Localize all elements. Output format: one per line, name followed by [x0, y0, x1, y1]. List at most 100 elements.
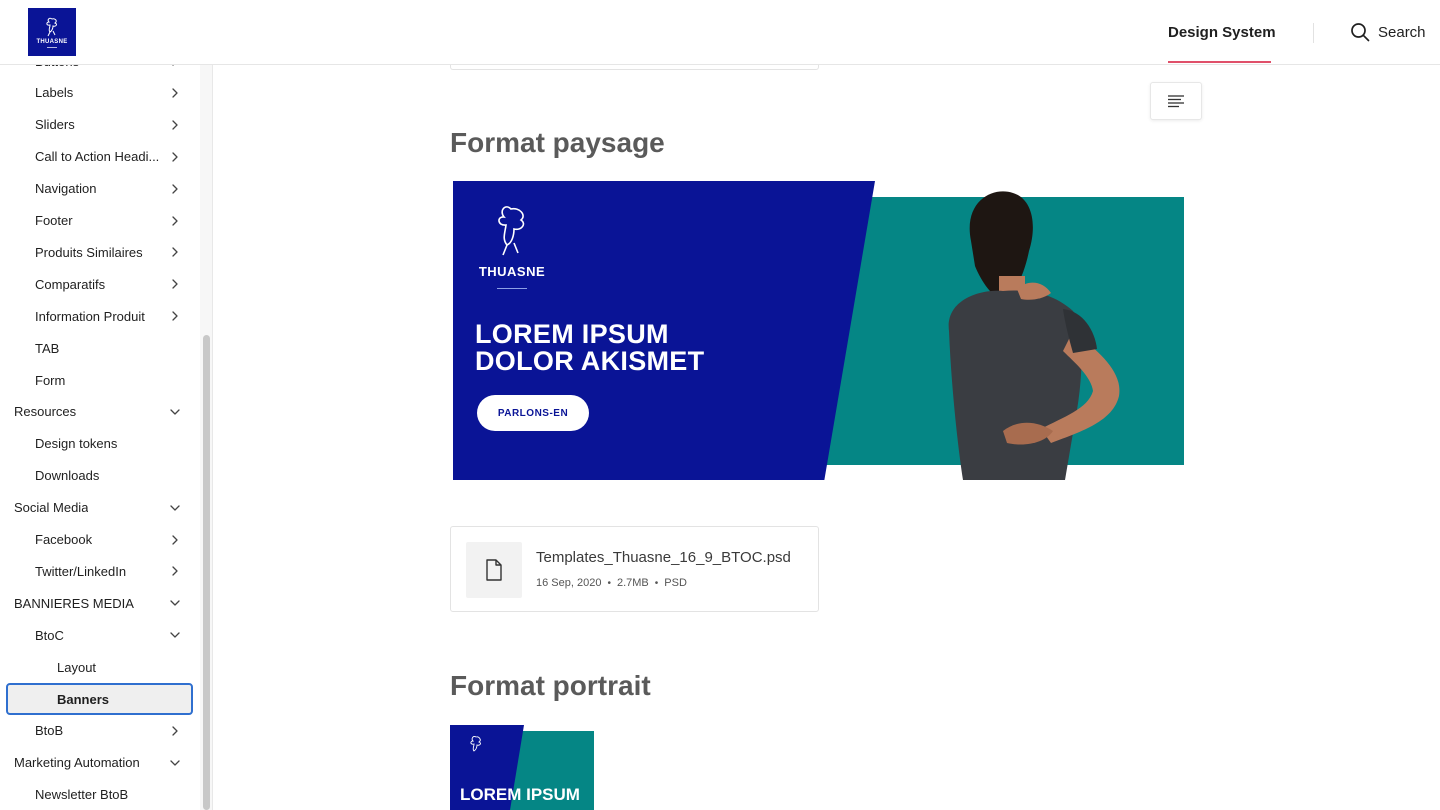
chevron-right-icon[interactable]: [168, 564, 182, 578]
sidebar-item-label: Twitter/LinkedIn: [35, 563, 127, 579]
search-icon: [1351, 23, 1370, 42]
sidebar-item-label: BtoC: [35, 627, 64, 643]
chevron-down-icon[interactable]: [168, 501, 182, 515]
sidebar-item-label: BANNIERES MEDIA: [14, 595, 134, 611]
sidebar-item-banners[interactable]: Banners: [6, 683, 193, 715]
sidebar-item-label: Information Produit: [35, 308, 145, 324]
sidebar-item-label: Design tokens: [35, 436, 118, 452]
sidebar-item-label: Footer: [35, 213, 73, 228]
sidebar-item-design-tokens[interactable]: Design tokens: [0, 428, 200, 460]
sidebar-item-newsletter-btob[interactable]: Newsletter BtoB: [0, 779, 200, 810]
download-file-card[interactable]: Templates_Thuasne_16_9_BTOC.psd 16 Sep, …: [450, 526, 819, 612]
sidebar-item-twitter-linkedin[interactable]: Twitter/LinkedIn: [0, 555, 200, 587]
section-title-landscape: Format paysage: [450, 127, 665, 158]
section-title-portrait: Format portrait: [450, 670, 651, 701]
sidebar-item-label: Social Media: [14, 500, 89, 516]
chevron-right-icon[interactable]: [168, 182, 182, 196]
tab-design-system[interactable]: Design System: [1168, 0, 1276, 65]
sidebar-item-bannieres-media[interactable]: BANNIERES MEDIA: [0, 587, 200, 619]
sidebar-item-label: Sliders: [35, 117, 75, 133]
sidebar-item-call-to-action-headi[interactable]: Call to Action Headi...: [0, 141, 200, 173]
active-tab-indicator: [1168, 61, 1271, 63]
chevron-right-icon[interactable]: [168, 245, 182, 259]
sidebar-item-form[interactable]: Form: [0, 364, 200, 396]
sidebar-item-information-produit[interactable]: Information Produit: [0, 300, 200, 332]
chevron-right-icon[interactable]: [168, 150, 182, 164]
header-divider: [1313, 23, 1314, 43]
banner-logo-underline: [497, 288, 527, 289]
sidebar-item-navigation[interactable]: Navigation: [0, 173, 200, 205]
sidebar-item-label: Resources: [14, 404, 77, 420]
top-header: THUASNE Design System Search: [0, 0, 1440, 65]
woman-back-pain-image: [948, 191, 1120, 480]
sidebar-item-label: Layout: [57, 659, 97, 675]
chevron-down-icon[interactable]: [168, 596, 182, 610]
sidebar-item-label: Downloads: [35, 468, 100, 484]
chevron-right-icon[interactable]: [168, 65, 182, 68]
thuasne-logo[interactable]: THUASNE: [28, 8, 76, 56]
sidebar-item-label: BtoB: [35, 723, 64, 739]
sidebar-item-resources[interactable]: Resources: [0, 396, 200, 428]
banner-cta-button: PARLONS-EN: [477, 395, 589, 431]
sidebar-item-label: Banners: [57, 691, 110, 707]
fairy-logo-icon: [46, 17, 57, 37]
chevron-right-icon[interactable]: [168, 533, 182, 547]
search-button[interactable]: Search: [1350, 20, 1426, 44]
sidebar-item-marketing-automation[interactable]: Marketing Automation: [0, 747, 200, 779]
sidebar-item-comparatifs[interactable]: Comparatifs: [0, 268, 200, 300]
sidebar-item-label: TAB: [35, 340, 60, 356]
file-icon-box: [466, 542, 522, 598]
chevron-right-icon[interactable]: [168, 118, 182, 132]
previous-file-card[interactable]: [450, 65, 819, 70]
sidebar-item-label: Comparatifs: [35, 276, 106, 292]
sidebar-item-label: Form: [35, 372, 66, 388]
sidebar-item-label: Labels: [35, 85, 74, 101]
sidebar-item-tab[interactable]: TAB: [0, 332, 200, 364]
chevron-down-icon[interactable]: [168, 756, 182, 770]
chevron-right-icon[interactable]: [168, 86, 182, 100]
sidebar-item-labels[interactable]: Labels: [0, 77, 200, 109]
chevron-right-icon[interactable]: [168, 724, 182, 738]
file-meta: 16 Sep, 2020 • 2.7MB • PSD: [536, 577, 687, 589]
logo-underline: [47, 47, 57, 48]
meta-separator: •: [654, 577, 659, 589]
banner-headline: LOREM IPSUM DOLOR AKISMET: [475, 321, 704, 375]
chevron-down-icon[interactable]: [168, 628, 182, 642]
sidebar-item-label: Facebook: [35, 532, 93, 547]
sidebar-item-produits-similaires[interactable]: Produits Similaires: [0, 236, 200, 268]
chevron-right-icon[interactable]: [168, 277, 182, 291]
sidebar-item-btoc[interactable]: BtoC: [0, 619, 200, 651]
landscape-banner-preview: THUASNE LOREM IPSUM DOLOR AKISMET PARLON…: [453, 181, 1184, 480]
list-icon: [1168, 95, 1184, 108]
fairy-logo-icon: [470, 736, 481, 752]
sidebar-item-downloads[interactable]: Downloads: [0, 460, 200, 492]
sidebar-item-sliders[interactable]: Sliders: [0, 109, 200, 141]
meta-separator: •: [607, 577, 611, 589]
fairy-logo-icon: [498, 206, 525, 256]
chevron-right-icon[interactable]: [168, 214, 182, 228]
file-type: PSD: [664, 577, 687, 589]
sidebar-scrollbar-thumb[interactable]: [203, 335, 210, 810]
sidebar-item-buttons[interactable]: Buttons: [0, 65, 200, 77]
sidebar-item-label: Call to Action Headi...: [35, 149, 160, 165]
banner-logo: THUASNE: [477, 203, 547, 289]
sidebar-item-social-media[interactable]: Social Media: [0, 492, 200, 524]
banner-headline-line2: DOLOR AKISMET: [475, 346, 705, 376]
document-icon: [486, 559, 502, 581]
banner-logo-text: THUASNE: [478, 264, 546, 279]
portrait-banner-preview: LOREM IPSUM: [450, 725, 594, 810]
search-label: Search: [1378, 23, 1426, 41]
sidebar-item-label: Buttons: [0, 65, 79, 69]
file-size: 2.7MB: [616, 577, 649, 589]
sidebar-item-layout[interactable]: Layout: [0, 651, 200, 683]
sidebar-item-label: Marketing Automation: [14, 755, 140, 771]
table-of-contents-button[interactable]: [1150, 82, 1202, 120]
sidebar-nav: Buttons Labels Sliders Call to Action Headi…: [0, 65, 213, 810]
chevron-right-icon[interactable]: [168, 309, 182, 323]
chevron-down-icon[interactable]: [168, 405, 182, 419]
sidebar-item-btob[interactable]: BtoB: [0, 715, 200, 747]
main-content: Format paysage THUASNE LOREM IPSUM DOLOR…: [214, 65, 1440, 810]
sidebar-item-label: Navigation: [35, 181, 97, 197]
sidebar-item-footer[interactable]: Footer: [0, 205, 200, 237]
sidebar-item-facebook[interactable]: Facebook: [0, 524, 200, 556]
